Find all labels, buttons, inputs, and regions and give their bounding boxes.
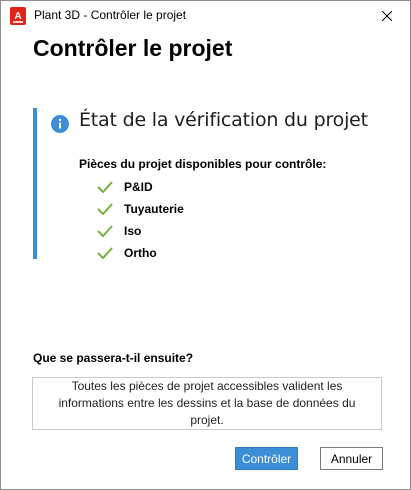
status-panel: État de la vérification du projet Pièces… [33,108,387,260]
list-item: P&ID [97,176,184,198]
part-label: Ortho [124,246,157,260]
svg-text:A: A [14,11,21,22]
part-label: P&ID [124,180,153,194]
list-item: Iso [97,220,184,242]
cancel-button[interactable]: Annuler [320,447,383,470]
status-title: État de la vérification du projet [79,109,368,131]
title-bar: A Plant 3D - Contrôler le projet [1,1,410,31]
available-parts-label: Pièces du projet disponibles pour contrô… [79,157,327,171]
next-step-description: Toutes les pièces de projet accessibles … [58,379,356,427]
close-button[interactable] [364,1,410,31]
list-item: Ortho [97,242,184,264]
dialog-window: A Plant 3D - Contrôler le projet Contrôl… [0,0,411,490]
window-title: Plant 3D - Contrôler le projet [34,8,187,22]
info-icon [51,115,69,133]
part-label: Tuyauterie [124,202,184,216]
next-step-label: Que se passera-t-il ensuite? [33,351,194,365]
autocad-app-icon: A [10,7,26,25]
check-icon [97,225,113,237]
page-title: Contrôler le projet [33,35,233,61]
list-item: Tuyauterie [97,198,184,220]
check-icon [97,181,113,193]
check-icon [97,247,113,259]
close-icon [382,11,392,21]
next-step-box: Toutes les pièces de projet accessibles … [32,377,382,430]
check-icon [97,203,113,215]
part-label: Iso [124,224,142,238]
controler-button[interactable]: Contrôler [235,447,298,470]
parts-list: P&ID Tuyauterie Iso Ortho [97,176,184,264]
